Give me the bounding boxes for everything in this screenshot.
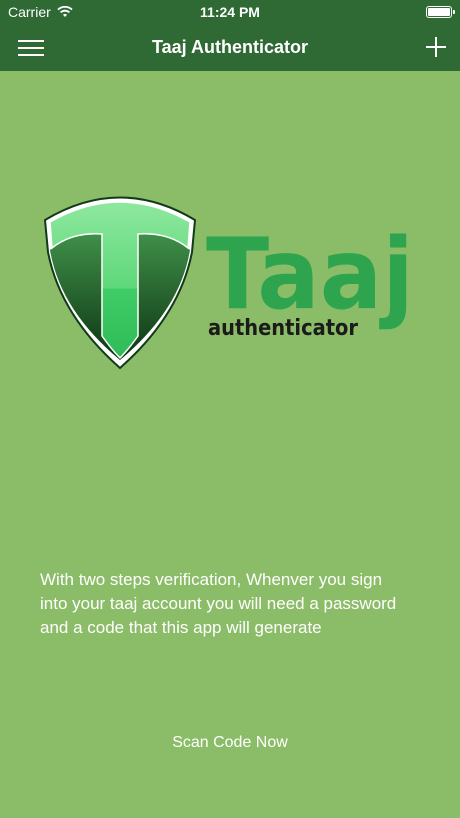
plus-icon[interactable] xyxy=(422,33,450,61)
logo-brand-text: Taaj xyxy=(206,218,414,332)
logo-tagline-text: authenticator xyxy=(208,316,358,341)
page-title: Taaj Authenticator xyxy=(151,37,308,57)
scan-code-button[interactable]: Scan Code Now xyxy=(0,734,460,752)
navigation-bar: Taaj Authenticator xyxy=(0,24,460,71)
description-text: With two steps verification, Whenver you… xyxy=(40,570,397,637)
shield-icon xyxy=(43,196,197,370)
taaj-logo: Taaj authenticator xyxy=(43,196,414,370)
status-bar: Carrier 11:24 PM xyxy=(0,0,460,24)
status-time: 11:24 PM xyxy=(200,4,260,20)
battery-icon xyxy=(426,6,455,18)
